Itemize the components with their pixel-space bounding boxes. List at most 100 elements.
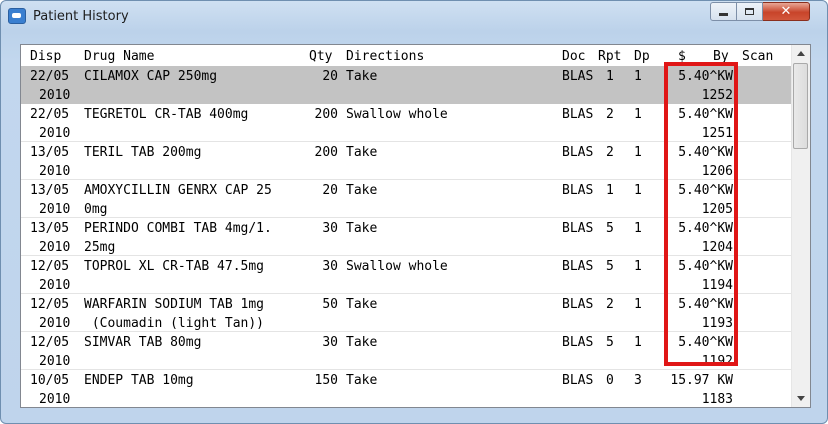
row-dp: 1: [634, 145, 642, 160]
row-scan: 1252: [701, 88, 733, 103]
minimize-button[interactable]: [710, 2, 737, 21]
row-doc: BLAS: [562, 145, 594, 160]
header-drug-name[interactable]: Drug Name: [84, 48, 154, 65]
header-disp[interactable]: Disp: [30, 48, 61, 65]
table-row[interactable]: 13/05 2010 AMOXYCILLIN GENRX CAP 25 0mg 20 Ta…: [21, 180, 791, 218]
header-rpt[interactable]: Rpt: [598, 48, 621, 65]
row-price-by: 5.40^KW: [678, 221, 733, 236]
row-price-by: 5.40^KW: [678, 259, 733, 274]
row-directions: Swallow whole: [346, 259, 448, 274]
row-doc: BLAS: [562, 373, 594, 388]
row-year: 2010: [39, 392, 71, 407]
row-dp: 1: [634, 335, 642, 350]
row-rpt: 0: [606, 373, 614, 388]
row-scan: 1206: [701, 164, 733, 179]
row-rpt: 2: [606, 145, 614, 160]
maximize-button[interactable]: [737, 2, 763, 21]
row-price-by: 15.97 KW: [670, 373, 733, 388]
row-scan: 1183: [701, 392, 733, 407]
row-doc: BLAS: [562, 335, 594, 350]
header-price[interactable]: $: [678, 48, 686, 65]
row-doc: BLAS: [562, 297, 594, 312]
row-qty: 20: [322, 69, 338, 84]
row-date: 12/05: [30, 335, 70, 350]
maximize-icon: [745, 8, 754, 15]
scroll-down-arrow-icon: [796, 396, 805, 401]
row-date: 13/05: [30, 145, 70, 160]
header-qty[interactable]: Qty: [309, 48, 332, 65]
patient-history-window: Patient History ✕ Disp Drug Name Qty Dir…: [0, 0, 828, 424]
row-dp: 1: [634, 183, 642, 198]
row-rpt: 2: [606, 107, 614, 122]
row-directions: Take: [346, 373, 378, 388]
row-directions: Take: [346, 335, 378, 350]
scroll-down-button[interactable]: [792, 390, 809, 407]
row-rpt: 5: [606, 335, 614, 350]
row-dp: 1: [634, 259, 642, 274]
header-by[interactable]: By: [713, 48, 729, 65]
row-drug-name: PERINDO COMBI TAB 4mg/1.: [84, 221, 272, 236]
row-drug-name: SIMVAR TAB 80mg: [84, 335, 202, 350]
row-scan: 1192: [701, 354, 733, 369]
row-dp: 3: [634, 373, 642, 388]
row-date: 12/05: [30, 297, 70, 312]
row-drug-name-cont: 25mg: [84, 240, 116, 255]
row-drug-name: AMOXYCILLIN GENRX CAP 25: [84, 183, 272, 198]
header-scan[interactable]: Scan: [742, 48, 773, 65]
row-doc: BLAS: [562, 259, 594, 274]
row-doc: BLAS: [562, 69, 594, 84]
scroll-up-button[interactable]: [792, 45, 809, 62]
row-directions: Take: [346, 297, 378, 312]
patient-history-list[interactable]: Disp Drug Name Qty Directions Doc Rpt Dp…: [20, 44, 811, 408]
table-row[interactable]: 22/05 2010 TEGRETOL CR-TAB 400mg 200 Swallow…: [21, 104, 791, 142]
row-drug-name: ENDEP TAB 10mg: [84, 373, 194, 388]
row-date: 10/05: [30, 373, 70, 388]
row-date: 13/05: [30, 221, 70, 236]
minimize-icon: [719, 13, 728, 16]
table-row[interactable]: 13/05 2010 PERINDO COMBI TAB 4mg/1. 25mg 30 T…: [21, 218, 791, 256]
row-year: 2010: [39, 354, 71, 369]
row-qty: 30: [322, 221, 338, 236]
header-dp[interactable]: Dp: [634, 48, 650, 65]
vertical-scrollbar[interactable]: [791, 45, 810, 407]
row-directions: Take: [346, 145, 378, 160]
row-drug-name-cont: (Coumadin (light Tan)): [84, 316, 265, 331]
row-directions: Take: [346, 221, 378, 236]
row-drug-name: TERIL TAB 200mg: [84, 145, 202, 160]
row-year: 2010: [39, 202, 71, 217]
row-qty: 200: [314, 107, 338, 122]
scroll-thumb[interactable]: [793, 63, 808, 149]
row-directions: Take: [346, 183, 378, 198]
row-dp: 1: [634, 297, 642, 312]
window-title: Patient History: [33, 9, 129, 24]
header-doc[interactable]: Doc: [562, 48, 585, 65]
row-price-by: 5.40^KW: [678, 335, 733, 350]
row-directions: Swallow whole: [346, 107, 448, 122]
table-row[interactable]: 22/05 2010 CILAMOX CAP 250mg 20 Take BLAS 1 1 5.…: [21, 66, 791, 104]
row-qty: 200: [314, 145, 338, 160]
row-qty: 30: [322, 335, 338, 350]
title-bar[interactable]: Patient History ✕: [1, 1, 827, 31]
row-price-by: 5.40^KW: [678, 69, 733, 84]
row-rpt: 1: [606, 183, 614, 198]
row-qty: 50: [322, 297, 338, 312]
row-date: 22/05: [30, 69, 70, 84]
table-row[interactable]: 12/05 2010 SIMVAR TAB 80mg 30 Take BLAS 5 1 5.40…: [21, 332, 791, 370]
table-row[interactable]: 13/05 2010 TERIL TAB 200mg 200 Take BLAS 2 1 5.4…: [21, 142, 791, 180]
row-doc: BLAS: [562, 221, 594, 236]
table-row[interactable]: 12/05 2010 WARFARIN SODIUM TAB 1mg (Coumad…: [21, 294, 791, 332]
table-row[interactable]: 10/05 2010 ENDEP TAB 10mg 150 Take BLAS 0 3 15.9…: [21, 370, 791, 407]
row-drug-name: TEGRETOL CR-TAB 400mg: [84, 107, 249, 122]
row-price-by: 5.40^KW: [678, 107, 733, 122]
row-directions: Take: [346, 69, 378, 84]
row-date: 12/05: [30, 259, 70, 274]
header-directions[interactable]: Directions: [346, 48, 424, 65]
row-drug-name: WARFARIN SODIUM TAB 1mg: [84, 297, 265, 312]
table-row[interactable]: 12/05 2010 TOPROL XL CR-TAB 47.5mg 30 Swallo…: [21, 256, 791, 294]
row-drug-name: CILAMOX CAP 250mg: [84, 69, 218, 84]
row-year: 2010: [39, 240, 71, 255]
row-date: 22/05: [30, 107, 70, 122]
row-drug-name-cont: 0mg: [84, 202, 108, 217]
row-dp: 1: [634, 69, 642, 84]
close-button[interactable]: ✕: [763, 2, 810, 21]
